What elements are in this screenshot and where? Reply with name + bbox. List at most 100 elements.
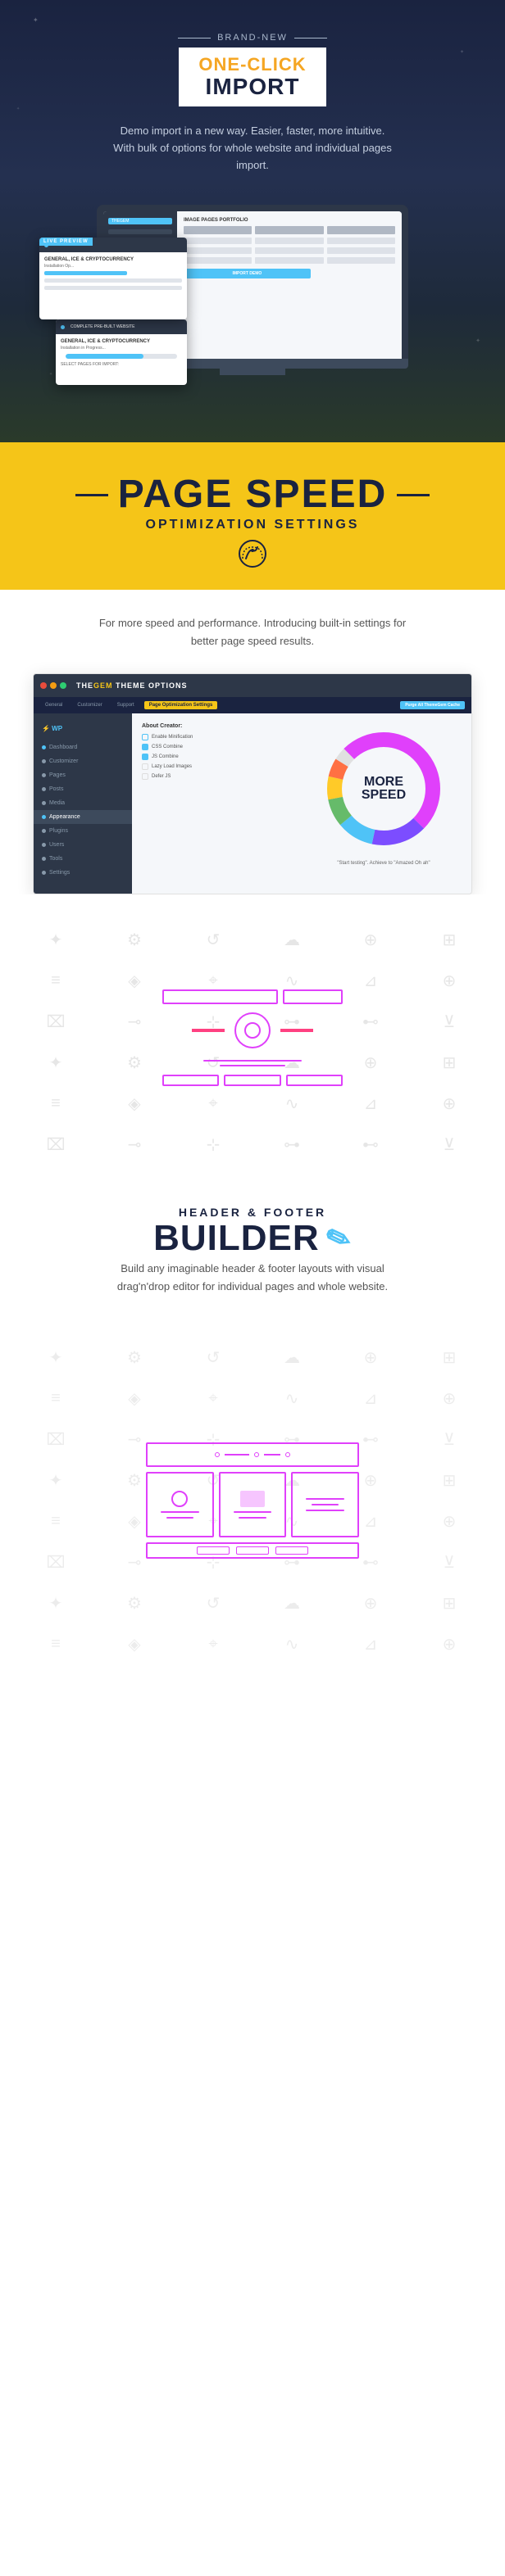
menu-dashboard[interactable]: Dashboard [34, 740, 132, 754]
table-cell-1 [184, 238, 252, 244]
menu-customizer[interactable]: Customizer [34, 754, 132, 768]
laptop-main: IMAGE PAGES PORTFOLIO [177, 211, 402, 359]
icon2-cell-48: ⊕ [410, 1623, 489, 1664]
pagespeed-header-section: PAGE SPEED OPTIMIZATION SETTINGS [0, 442, 505, 590]
table-cell-9 [327, 257, 395, 264]
wf2-image-placeholder [240, 1491, 265, 1507]
wf2-inner-line-1 [161, 1511, 199, 1513]
checkbox-1[interactable] [142, 734, 148, 740]
table-row-1 [184, 238, 395, 244]
icon2-cell-12: ⊕ [410, 1378, 489, 1419]
builder-wireframe [162, 989, 343, 1086]
icon2-cell-6: ⊞ [410, 1337, 489, 1378]
speed-caption: "Start testing". Achieve to "Amazed Oh a… [337, 861, 430, 866]
menu-dot-5 [42, 801, 46, 805]
wf2-middle-columns [146, 1472, 359, 1537]
wf2-col-3 [291, 1472, 359, 1537]
menu-posts[interactable]: Posts [34, 782, 132, 796]
table-header-2 [255, 226, 323, 234]
progress-fill [66, 354, 143, 359]
import-section: ✦ ✦ ✦ ✦ ✦ BRAND-NEW ONE-CLICK IMPORT Dem… [0, 0, 505, 442]
menu-dot-2 [42, 759, 46, 763]
sidebar-logo: THEGEM [108, 218, 172, 224]
hf-description: Build any imaginable header & footer lay… [97, 1260, 408, 1296]
icon2-cell-10: ∿ [252, 1378, 331, 1419]
purge-cache-button[interactable]: Purge All ThemeGem Cache [400, 701, 465, 709]
menu-tools[interactable]: Tools [34, 852, 132, 866]
menu-users[interactable]: Users [34, 838, 132, 852]
menu-dot-4 [42, 787, 46, 791]
wireframe-middle [162, 1009, 343, 1052]
icon-cell-28: ∿ [252, 1083, 331, 1124]
setting-item-5: Defer JS [142, 773, 298, 780]
tab-general[interactable]: General [40, 701, 67, 709]
icon2-cell-4: ☁ [252, 1337, 331, 1378]
builder-wireframe-2 [146, 1442, 359, 1559]
setting-item-3: JS Combine [142, 754, 298, 760]
icon-cell-23: ⊕ [331, 1042, 410, 1083]
wf2-col-1 [146, 1472, 214, 1537]
wf2-circle-1 [171, 1491, 188, 1507]
import-title-line2: IMPORT [198, 75, 306, 98]
icon2-cell-2: ⚙ [95, 1337, 174, 1378]
mini-site-label: GENERAL, ICE & CRYPTOCURRENCY [44, 257, 182, 262]
icon-cell-4: ☁ [252, 919, 331, 960]
tab-support[interactable]: Support [112, 701, 139, 709]
checkbox-4[interactable] [142, 763, 148, 770]
pagespeed-title-row: PAGE SPEED [75, 475, 430, 514]
menu-settings[interactable]: Settings [34, 866, 132, 880]
window-maximize-dot [60, 682, 66, 689]
icon-cell-12: ⊕ [410, 960, 489, 1001]
star-2: ✦ [460, 49, 464, 55]
tab-optimization[interactable]: Page Optimization Settings [144, 701, 218, 709]
wireframe-circle-inner [244, 1022, 261, 1039]
wireframe-box-bottom-2 [224, 1075, 280, 1086]
mini-screen-2: COMPLETE PRE-BUILT WEBSITE GENERAL, ICE … [56, 319, 187, 385]
mini-screen-1: LIVE PREVIEW GENERAL, ICE & CRYPTOCURREN… [39, 238, 187, 319]
checkbox-5[interactable] [142, 773, 148, 780]
menu-media[interactable]: Media [34, 796, 132, 810]
sidebar-item-1 [108, 229, 172, 234]
wf2-inner-line-7 [306, 1510, 344, 1511]
import-button[interactable]: IMPORT DEMO [184, 269, 311, 278]
checkbox-2[interactable] [142, 744, 148, 750]
icon-cell-34: ⊶ [252, 1124, 331, 1165]
mini-site-label-2: GENERAL, ICE & CRYPTOCURRENCY [61, 339, 182, 344]
icon2-cell-24: ⊞ [410, 1460, 489, 1501]
dashboard-topbar: THEGEM THEME OPTIONS [34, 674, 471, 697]
tab-customizer[interactable]: Customizer [72, 701, 107, 709]
dashboard-tabbar: General Customizer Support Page Optimiza… [34, 697, 471, 713]
menu-plugins[interactable]: Plugins [34, 824, 132, 838]
dashboard-content: About Creator: Enable Minification CSS C… [142, 723, 462, 866]
wf2-footer [146, 1542, 359, 1559]
import-description: Demo import in a new way. Easier, faster… [113, 123, 392, 174]
icon-cell-13: ⌧ [16, 1001, 95, 1042]
setting-item-4: Lazy Load Images [142, 763, 298, 770]
menu-pages[interactable]: Pages [34, 768, 132, 782]
import-mockup: THEGEM IMAGE PAGES PORTFOLIO [31, 205, 474, 375]
icon2-cell-40: ☁ [252, 1582, 331, 1623]
table-cell-2 [255, 238, 323, 244]
gauge-icon [238, 539, 267, 568]
hf-title-small: HEADER & FOOTER [179, 1206, 326, 1219]
wireframe-circle [234, 1012, 271, 1048]
checkbox-3[interactable] [142, 754, 148, 760]
menu-dot-9 [42, 857, 46, 861]
wireframe-box-top-right [283, 989, 343, 1004]
icon2-cell-8: ◈ [95, 1378, 174, 1419]
import-badge-label: BRAND-NEW [217, 33, 288, 43]
icon-cell-27: ⌖ [174, 1083, 252, 1124]
menu-appearance[interactable]: Appearance [34, 810, 132, 824]
dashboard-logo: THEGEM THEME OPTIONS [76, 681, 188, 690]
table-header-1 [184, 226, 252, 234]
table-cell-7 [184, 257, 252, 264]
setting-label-4: Lazy Load Images [152, 764, 192, 769]
wireframe-row-bottom [162, 1075, 343, 1086]
wf2-inner-line-2 [166, 1517, 193, 1519]
menu-dot-10 [42, 871, 46, 875]
progress-bar [66, 354, 177, 359]
hf-title-large: BUILDER ✎ [153, 1220, 352, 1256]
wf2-inner-line-4 [239, 1517, 266, 1519]
icon-cell-2: ⚙ [95, 919, 174, 960]
window-minimize-dot [50, 682, 57, 689]
